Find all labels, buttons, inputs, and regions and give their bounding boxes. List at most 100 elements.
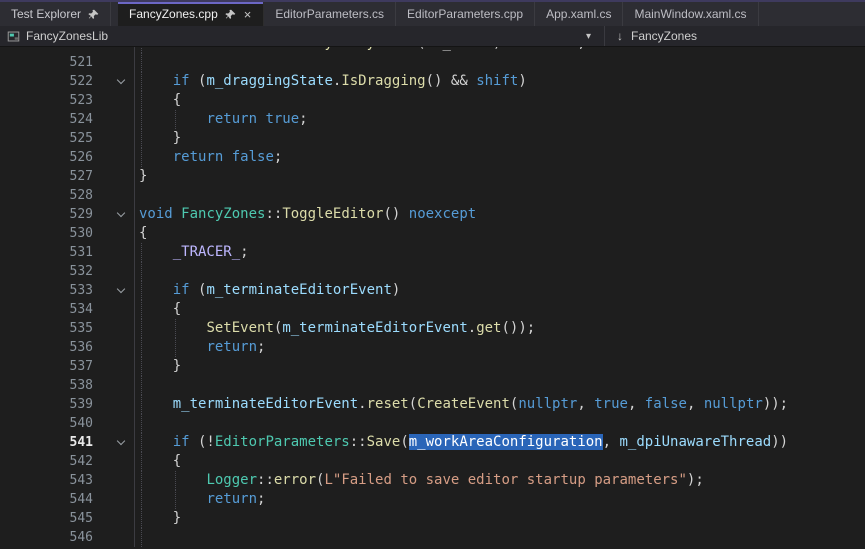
tab-app-xaml-cs[interactable]: App.xaml.cs [535, 2, 623, 26]
fold-margin [108, 167, 134, 186]
indent-guide [141, 528, 142, 547]
code-line-content[interactable]: } [134, 509, 865, 528]
code-token: shift [476, 73, 518, 89]
code-line: 545 } [0, 509, 865, 528]
code-token: ; [240, 244, 248, 260]
pin-icon[interactable] [225, 9, 236, 20]
code-line: 526 return false; [0, 148, 865, 167]
code-line-content[interactable]: } [134, 357, 865, 376]
tab-fancyzones-cpp[interactable]: FancyZones.cpp × [118, 2, 264, 26]
fold-margin [108, 509, 134, 528]
code-line-content[interactable]: return true; [134, 110, 865, 129]
code-token: ( [190, 73, 207, 89]
code-token: } [139, 168, 147, 184]
code-line-content[interactable]: } [134, 129, 865, 148]
code-line: 536 return; [0, 338, 865, 357]
code-token: :: [265, 206, 282, 222]
code-line: 524 return true; [0, 110, 865, 129]
code-token: m_terminateEditorEvent [173, 396, 358, 412]
fold-margin [108, 53, 134, 72]
code-line-content[interactable] [134, 262, 865, 281]
indent-guide [141, 490, 142, 509]
fold-margin [108, 91, 134, 110]
line-number: 535 [0, 319, 108, 338]
code-token: return [173, 149, 224, 165]
project-dropdown-label: FancyZonesLib [26, 29, 108, 43]
code-line-content[interactable]: return; [134, 490, 865, 509]
code-line: 539 m_terminateEditorEvent.reset(CreateE… [0, 395, 865, 414]
code-line-content[interactable]: if (m_terminateEditorEvent) [134, 281, 865, 300]
code-token: m_terminateEditorEvent [282, 320, 467, 336]
project-dropdown[interactable]: FancyZonesLib ▾ [0, 26, 605, 46]
code-line: 537 } [0, 357, 865, 376]
code-line-content[interactable]: Logger::error(L"Failed to save editor st… [134, 471, 865, 490]
fold-margin [108, 338, 134, 357]
code-token: Logger [206, 472, 257, 488]
line-number: 538 [0, 376, 108, 395]
code-token [139, 320, 206, 336]
code-token: shift = [206, 47, 282, 51]
close-icon[interactable]: × [243, 8, 253, 21]
tab-editorparameters-cpp[interactable]: EditorParameters.cpp [396, 2, 535, 26]
code-token [139, 73, 173, 89]
code-line-content[interactable]: if (m_draggingState.IsDragging() && shif… [134, 72, 865, 91]
code-line-content[interactable] [134, 186, 865, 205]
line-number: 545 [0, 509, 108, 528]
pin-icon[interactable] [88, 9, 99, 20]
code-line: 525 } [0, 129, 865, 148]
line-number: 533 [0, 281, 108, 300]
line-number: 523 [0, 91, 108, 110]
line-number: 528 [0, 186, 108, 205]
tab-editorparameters-cs[interactable]: EditorParameters.cs [264, 2, 396, 26]
indent-guide [175, 319, 176, 338]
line-number: 541 [0, 433, 108, 452]
code-line-content[interactable] [134, 376, 865, 395]
tab-test-explorer[interactable]: Test Explorer [0, 2, 111, 26]
code-token: :: [350, 434, 367, 450]
fold-chevron-icon[interactable] [108, 205, 134, 224]
code-token: FancyZones [181, 206, 265, 222]
code-line-content[interactable] [134, 528, 865, 547]
tab-label: FancyZones.cpp [129, 7, 218, 21]
code-line-content[interactable]: { [134, 300, 865, 319]
indent-guide [141, 433, 142, 452]
code-line-content[interactable]: return false; [134, 148, 865, 167]
code-line-content[interactable]: void FancyZones::ToggleEditor() noexcept [134, 205, 865, 224]
indent-guide [141, 471, 142, 490]
code-line-content[interactable] [134, 53, 865, 72]
fold-chevron-icon[interactable] [108, 281, 134, 300]
navigation-bar: FancyZonesLib ▾ ↓ FancyZones [0, 26, 865, 47]
code-token: ; [299, 111, 307, 127]
code-line-content[interactable]: { [134, 224, 865, 243]
code-line-content[interactable]: return; [134, 338, 865, 357]
code-token: . [358, 396, 366, 412]
code-token: return [206, 111, 257, 127]
code-line: 532 [0, 262, 865, 281]
code-token: GetAsyncKeyState [282, 47, 417, 51]
code-line-content[interactable]: { [134, 91, 865, 110]
indent-guide [175, 110, 176, 129]
code-token: IsDragging [341, 73, 425, 89]
indent-guide [141, 376, 142, 395]
indent-guide [141, 319, 142, 338]
code-line-content[interactable]: } [134, 167, 865, 186]
code-token: return [206, 339, 257, 355]
code-line-content[interactable]: _TRACER_; [134, 243, 865, 262]
code-line-content[interactable]: { [134, 452, 865, 471]
tab-mainwindow-xaml-cs[interactable]: MainWindow.xaml.cs [623, 2, 758, 26]
code-token: ()); [501, 320, 535, 336]
code-line: 530{ [0, 224, 865, 243]
fold-chevron-icon[interactable] [108, 433, 134, 452]
line-number: 544 [0, 490, 108, 509]
line-number: 537 [0, 357, 108, 376]
member-dropdown[interactable]: ↓ FancyZones [605, 26, 865, 46]
code-line-content[interactable]: m_terminateEditorEvent.reset(CreateEvent… [134, 395, 865, 414]
code-line: 533 if (m_terminateEditorEvent) [0, 281, 865, 300]
fold-chevron-icon[interactable] [108, 72, 134, 91]
code-editor[interactable]: 520 bool shift = GetAsyncKeyState(VK_SHI… [0, 47, 865, 549]
code-token: void [139, 206, 173, 222]
code-line-content[interactable]: SetEvent(m_terminateEditorEvent.get()); [134, 319, 865, 338]
code-token: (VK_SHIFT) & 0x8000; [417, 47, 586, 51]
code-line-content[interactable] [134, 414, 865, 433]
code-line-content[interactable]: if (!EditorParameters::Save(m_workAreaCo… [134, 433, 865, 452]
